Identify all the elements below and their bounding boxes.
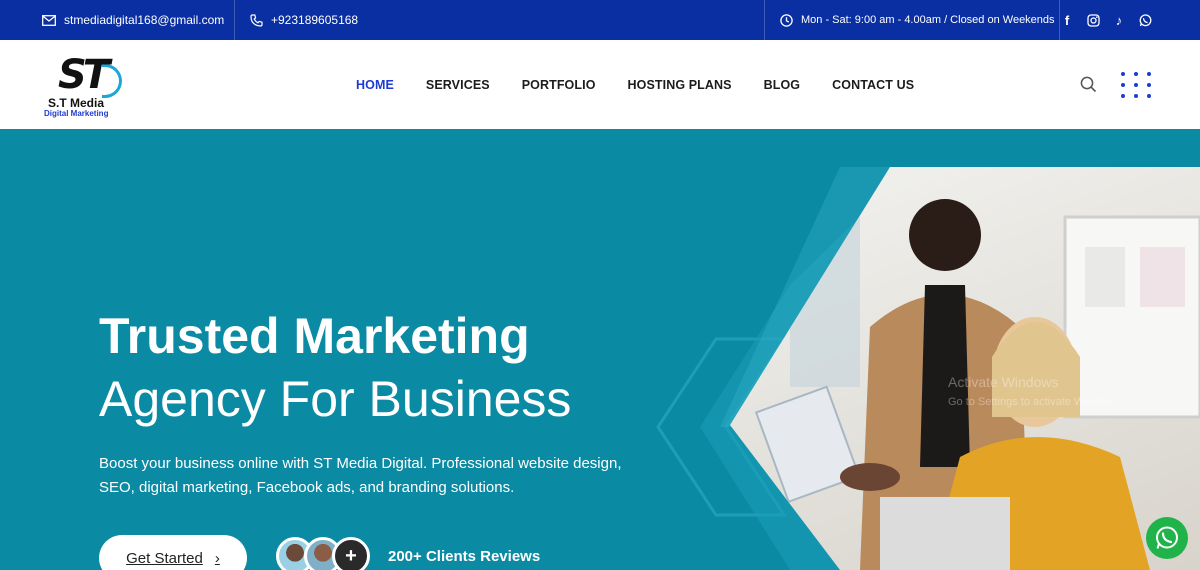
topbar-phone[interactable]: +923189605168 (250, 0, 358, 40)
client-reviews-label: 200+ Clients Reviews (388, 548, 541, 565)
phone-icon (250, 13, 263, 27)
chevron-right-icon: › (214, 549, 220, 567)
logo-mark: ST (58, 52, 110, 98)
get-started-label: Get Started (126, 549, 203, 567)
hero-title-line2: Agency For Business (99, 371, 572, 427)
plus-icon[interactable]: + (332, 537, 370, 570)
site-logo[interactable]: ST S.T Media Digital Marketing (44, 52, 124, 118)
client-avatars: + (276, 537, 370, 570)
hero-section: Trusted Marketing Agency For Business Bo… (0, 129, 1200, 570)
instagram-icon[interactable] (1086, 13, 1100, 27)
grid-menu-icon[interactable] (1121, 72, 1151, 98)
topbar-email[interactable]: stmediadigital168@gmail.com (42, 0, 224, 40)
watermark-line1: Activate Windows (948, 374, 1059, 390)
mail-icon (42, 14, 56, 26)
topbar-email-text: stmediadigital168@gmail.com (64, 13, 225, 27)
nav-home[interactable]: HOME (356, 78, 394, 92)
topbar-hours-text: Mon - Sat: 9:00 am - 4.00am / Closed on … (801, 14, 1055, 26)
logo-tagline: Digital Marketing (44, 109, 109, 118)
nav-hosting-plans[interactable]: HOSTING PLANS (628, 78, 732, 92)
social-links: f ♪ (1060, 0, 1152, 40)
topbar-hours: Mon - Sat: 9:00 am - 4.00am / Closed on … (780, 0, 1055, 40)
main-navbar: ST S.T Media Digital Marketing HOME SERV… (0, 40, 1200, 129)
top-bar: stmediadigital168@gmail.com +92318960516… (0, 0, 1200, 40)
nav-blog[interactable]: BLOG (764, 78, 801, 92)
whatsapp-chat-button[interactable] (1146, 517, 1188, 559)
clock-icon (780, 13, 793, 27)
hero-description: Boost your business online with ST Media… (99, 455, 622, 496)
topbar-divider (234, 0, 235, 40)
whatsapp-icon[interactable] (1138, 13, 1152, 27)
logo-name: S.T Media (48, 96, 105, 110)
nav-portfolio[interactable]: PORTFOLIO (522, 78, 596, 92)
topbar-phone-text: +923189605168 (271, 13, 359, 27)
search-icon[interactable] (1080, 76, 1097, 98)
nav-contact-us[interactable]: CONTACT US (832, 78, 914, 92)
hero-title-line1: Trusted Marketing (99, 308, 530, 364)
whatsapp-icon (1156, 526, 1178, 549)
primary-menu: HOME SERVICES PORTFOLIO HOSTING PLANS BL… (356, 40, 946, 129)
get-started-button[interactable]: Get Started › (99, 535, 247, 570)
watermark-line2: Go to Settings to activate Windows. (948, 396, 1122, 408)
facebook-icon[interactable]: f (1060, 13, 1074, 28)
tiktok-icon[interactable]: ♪ (1112, 13, 1126, 28)
topbar-divider (764, 0, 765, 40)
windows-activation-watermark: Activate Windows Go to Settings to activ… (948, 372, 1122, 412)
nav-services[interactable]: SERVICES (426, 78, 490, 92)
